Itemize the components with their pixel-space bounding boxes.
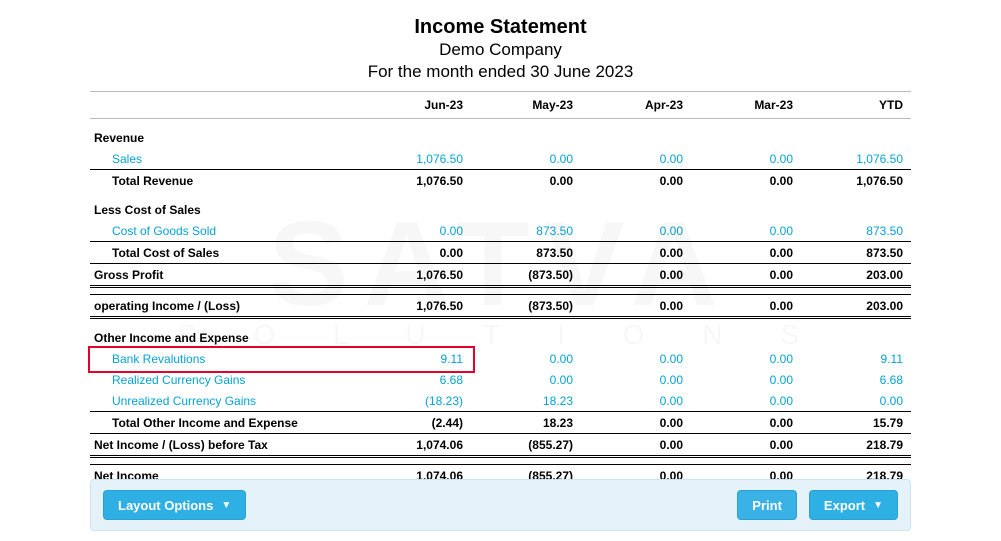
row-realized-gains[interactable]: Realized Currency Gains 6.68 0.00 0.00 0… [90,369,911,390]
report-title: Income Statement [90,15,911,39]
chevron-down-icon: ▼ [873,500,883,511]
report-period: For the month ended 30 June 2023 [90,61,911,83]
col-jun: Jun-23 [361,92,471,119]
row-bank-revaluations[interactable]: Bank Revalutions 9.11 0.00 0.00 0.00 9.1… [90,348,911,369]
row-unrealized-gains[interactable]: Unrealized Currency Gains (18.23) 18.23 … [90,390,911,412]
row-gross-profit: Gross Profit 1,076.50 (873.50) 0.00 0.00… [90,264,911,287]
print-label: Print [752,498,782,513]
income-statement-table: Jun-23 May-23 Apr-23 Mar-23 YTD Revenue … [90,91,911,520]
col-blank [90,92,361,119]
row-total-cost-sales: Total Cost of Sales 0.00 873.50 0.00 0.0… [90,242,911,264]
label-sales: Sales [90,148,361,170]
row-cogs[interactable]: Cost of Goods Sold 0.00 873.50 0.00 0.00… [90,220,911,242]
chevron-down-icon: ▼ [221,500,231,511]
col-may: May-23 [471,92,581,119]
export-label: Export [824,498,865,513]
section-revenue: Revenue [90,119,911,149]
table-header-row: Jun-23 May-23 Apr-23 Mar-23 YTD [90,92,911,119]
footer-bar: Layout Options ▼ Print Export ▼ [90,479,911,531]
col-ytd: YTD [801,92,911,119]
row-total-other: Total Other Income and Expense (2.44) 18… [90,412,911,434]
row-operating-income: operating Income / (Loss) 1,076.50 (873.… [90,295,911,318]
row-sales[interactable]: Sales 1,076.50 0.00 0.00 0.00 1,076.50 [90,148,911,170]
col-mar: Mar-23 [691,92,801,119]
report-company: Demo Company [90,39,911,61]
section-less-cost: Less Cost of Sales [90,191,911,220]
layout-options-button[interactable]: Layout Options ▼ [103,490,246,520]
export-button[interactable]: Export ▼ [809,490,898,520]
col-apr: Apr-23 [581,92,691,119]
row-total-revenue: Total Revenue 1,076.50 0.00 0.00 0.00 1,… [90,170,911,192]
section-other: Other Income and Expense [90,318,911,349]
layout-options-label: Layout Options [118,498,213,513]
print-button[interactable]: Print [737,490,797,520]
row-net-before-tax: Net Income / (Loss) before Tax 1,074.06 … [90,434,911,457]
